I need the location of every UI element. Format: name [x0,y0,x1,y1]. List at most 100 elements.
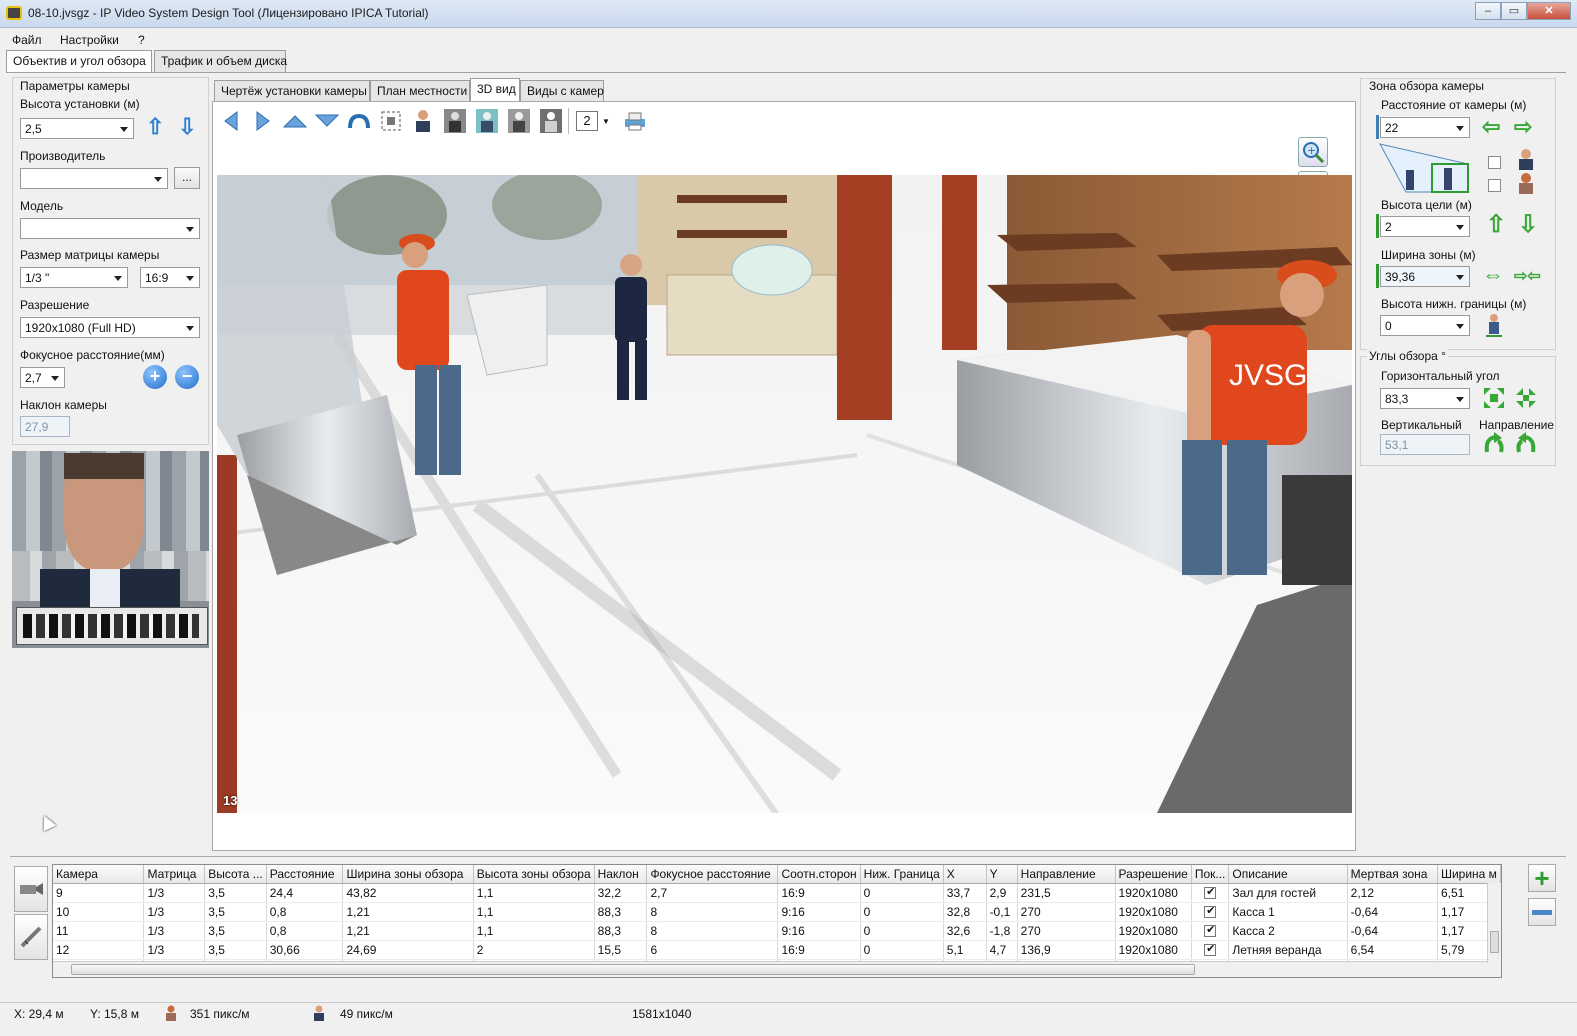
menu-file[interactable]: Файл [12,33,42,47]
zoom-minus-icon[interactable]: − [175,365,199,389]
table-cell: 9 [53,883,145,903]
column-header[interactable]: Камера [53,865,145,884]
tab-traffic[interactable]: Трафик и объем диска [154,50,287,72]
mount-height-select[interactable]: 2,5 [20,118,134,139]
vertical-angle-field[interactable]: 53,1 [1380,434,1470,455]
3d-scene-view[interactable]: JVSG 13 [217,175,1352,813]
menu-settings[interactable]: Настройки [60,33,119,47]
left-arrow-icon[interactable] [218,108,244,134]
measure-tool-icon[interactable] [14,914,48,960]
column-header[interactable]: Разрешение [1115,865,1192,884]
tab-3d-view[interactable]: 3D вид [470,78,520,101]
resolution-select[interactable]: 1920x1080 (Full HD) [20,317,200,338]
show-checkbox[interactable] [1204,904,1217,919]
rotate-icon[interactable] [346,108,372,134]
horizontal-angle-select[interactable]: 83,3 [1380,388,1470,409]
camera-list-icon[interactable] [14,866,48,912]
distance-select[interactable]: 22 [1380,117,1470,138]
table-cell: 43,82 [342,883,474,903]
person-gray-icon[interactable] [506,108,532,134]
tab-site-plan[interactable]: План местности [370,80,470,102]
rotate-left-icon[interactable] [1482,432,1506,456]
toolbar-separator [568,108,569,134]
printer-icon[interactable] [622,108,648,134]
woman-target-checkbox[interactable] [1488,179,1501,192]
zoom-plus-icon[interactable]: + [143,365,167,389]
right-arrow-icon[interactable] [250,108,276,134]
zone-narrow-icon[interactable]: ⇨⇦ [1514,266,1541,288]
column-header[interactable]: Фокусное расстояние [646,865,779,884]
column-header[interactable]: Наклон [594,865,648,884]
horizontal-scrollbar[interactable] [53,961,1501,977]
splitter[interactable] [10,856,1566,857]
aspect-select[interactable]: 16:9 [140,267,200,288]
show-checkbox[interactable] [1204,942,1217,957]
scrollbar-thumb[interactable] [71,964,1195,975]
vertical-scrollbar[interactable] [1487,883,1501,963]
woman-density-icon [164,1005,178,1021]
close-button[interactable]: ✕ [1527,2,1571,20]
zoom-in-icon[interactable]: + [1298,137,1328,167]
sensor-select[interactable]: 1/3 " [20,267,128,288]
zone-widen-icon[interactable]: ⇔ [1482,264,1504,286]
distance-increase-icon[interactable]: ⇨ [1514,116,1532,138]
rotate-right-icon[interactable] [1514,432,1538,456]
person-dark-icon[interactable] [442,108,468,134]
man-target-checkbox[interactable] [1488,156,1501,169]
lower-bound-select[interactable]: 0 [1380,315,1470,336]
table-cell: 10 [53,902,145,922]
show-checkbox[interactable] [1204,923,1217,938]
angle-shrink-icon[interactable] [1514,386,1538,410]
column-header[interactable]: Соотн.сторон [777,865,861,884]
target-height-up-icon[interactable]: ⇧ [1486,213,1506,237]
column-header[interactable]: X [943,865,987,884]
column-header[interactable]: Ширина зоны обзора [342,865,474,884]
maximize-button[interactable]: ▭ [1501,2,1527,20]
fit-icon[interactable] [378,108,404,134]
column-header[interactable]: Высота ... [204,865,267,884]
column-header[interactable]: Y [986,865,1018,884]
height-down-icon[interactable]: ⇩ [178,116,196,138]
minimize-button[interactable]: – [1475,2,1501,20]
down-arrow-icon[interactable] [314,108,340,134]
person-icon[interactable] [410,108,436,134]
zone-width-select[interactable]: 39,36 [1380,266,1470,287]
show-checkbox[interactable] [1204,885,1217,900]
column-header[interactable]: Высота зоны обзора [473,865,595,884]
column-header[interactable]: Матрица [143,865,206,884]
model-select[interactable] [20,218,200,239]
column-header[interactable]: Ниж. Граница [860,865,944,884]
column-header[interactable]: Пок... [1191,865,1230,884]
tab-lens[interactable]: Объектив и угол обзора [6,50,152,73]
up-arrow-icon[interactable] [282,108,308,134]
add-camera-button[interactable]: + [1528,864,1556,892]
table-row[interactable]: 10 1/3 3,5 0,8 1,21 1,1 88,3 8 9:16 0 32,8 -0,1 270 1… [53,902,1501,922]
column-header[interactable]: Направление [1017,865,1116,884]
person-bg-icon[interactable] [474,108,500,134]
table-row[interactable]: 12 1/3 3,5 30,66 24,69 2 15,5 6 16:9 0 5,1 4,7 136,9… [53,940,1501,960]
status-bar: X: 29,4 м Y: 15,8 м 351 пикс/м 49 пикс/м… [0,1002,1577,1024]
target-height-select[interactable]: 2 [1380,216,1470,237]
table-row[interactable]: 11 1/3 3,5 0,8 1,21 1,1 88,3 8 9:16 0 32,6 -1,8 270 1… [53,921,1501,941]
vscroll-thumb[interactable] [1490,931,1499,953]
target-height-down-icon[interactable]: ⇩ [1518,213,1538,237]
tab-drawing[interactable]: Чертёж установки камеры [214,80,370,102]
tilt-field[interactable]: 27,9 [20,416,70,437]
page-number-select[interactable]: 2 ▼ [576,108,610,134]
menu-help[interactable]: ? [138,33,145,47]
remove-camera-button[interactable] [1528,898,1556,926]
height-up-icon[interactable]: ⇧ [146,116,164,138]
column-header[interactable]: Расстояние [266,865,344,884]
tab-camera-views[interactable]: Виды с камер [520,80,604,102]
column-header[interactable]: Ширина м [1437,865,1501,884]
browse-button[interactable]: ... [174,167,200,189]
person-light-icon[interactable] [538,108,564,134]
distance-decrease-icon[interactable]: ⇦ [1482,116,1500,138]
manufacturer-select[interactable] [20,168,168,189]
column-header[interactable]: Описание [1228,865,1348,884]
column-header[interactable]: Мертвая зона [1347,865,1438,884]
angle-expand-icon[interactable] [1482,386,1506,410]
tab-divider [6,72,1566,73]
focal-select[interactable]: 2,7 [20,367,65,388]
table-row[interactable]: 9 1/3 3,5 24,4 43,82 1,1 32,2 2,7 16:9 0 33,7 2,9 23… [53,883,1501,903]
